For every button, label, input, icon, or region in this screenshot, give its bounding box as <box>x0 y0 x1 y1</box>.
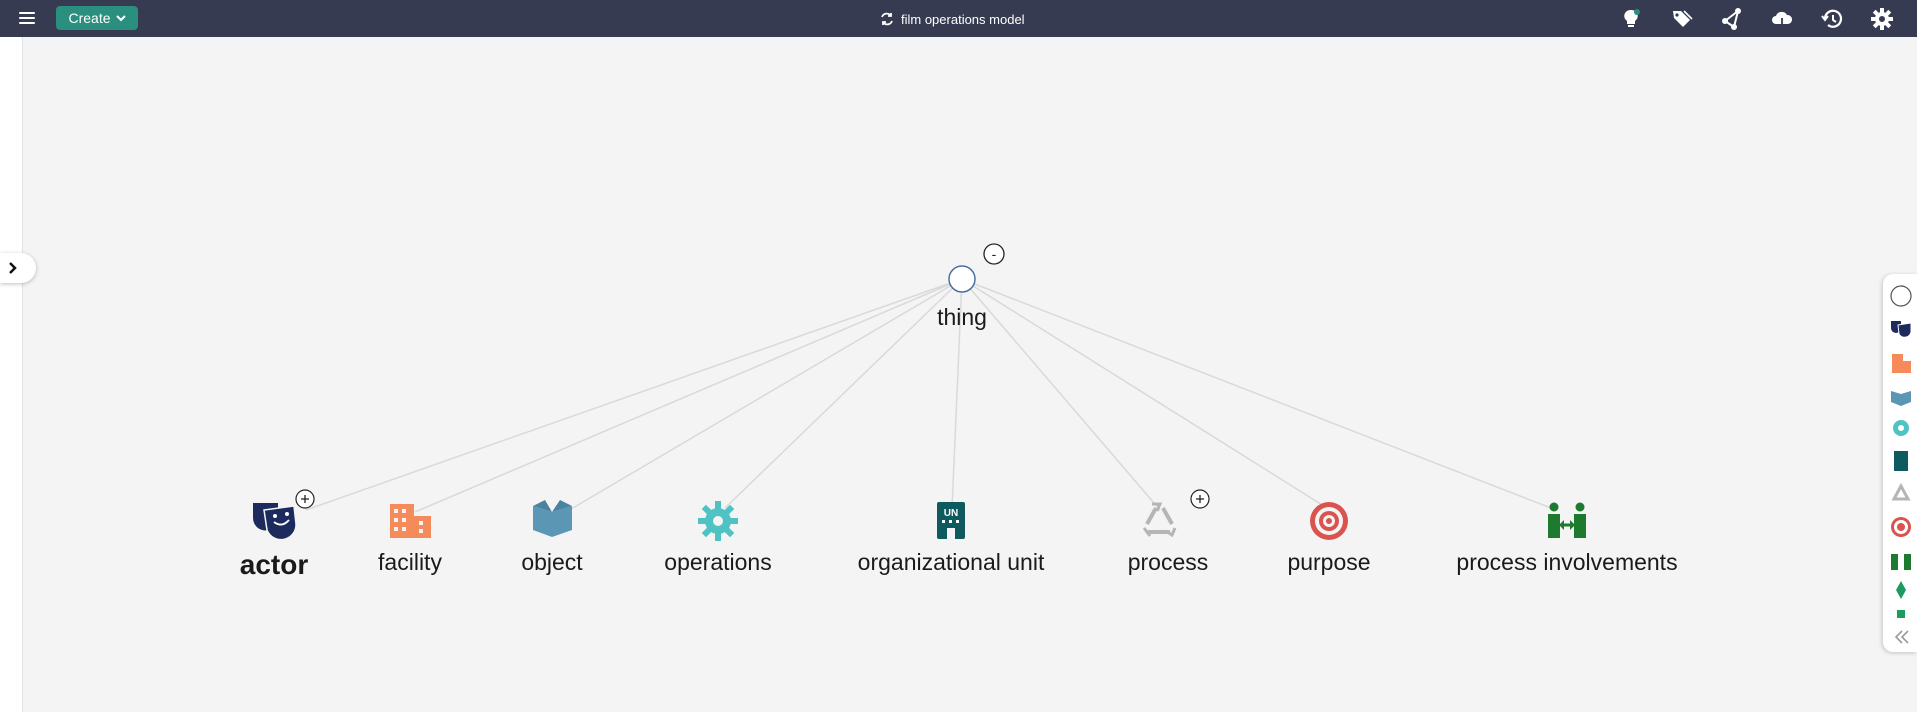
open-box-icon[interactable] <box>1889 384 1913 408</box>
building-icon <box>390 504 431 538</box>
node-organizational-unit[interactable]: UN organizational unit <box>858 502 1045 575</box>
node-purpose[interactable]: purpose <box>1287 502 1371 575</box>
circle-icon <box>948 265 976 293</box>
cog-icon[interactable] <box>1889 416 1913 440</box>
node-object[interactable]: object <box>521 500 583 575</box>
edge-actor <box>305 278 963 511</box>
node-thing[interactable]: thing <box>937 265 987 330</box>
node-facility[interactable]: facility <box>378 504 442 575</box>
collapse-icon[interactable] <box>1889 625 1913 649</box>
theater-masks-icon[interactable] <box>1889 318 1913 342</box>
expand-node-button[interactable] <box>1190 489 1210 509</box>
diamond-icon[interactable] <box>1889 578 1913 602</box>
edge-facility <box>414 278 963 513</box>
theater-masks-icon <box>253 503 297 541</box>
un-building-icon[interactable] <box>1889 449 1913 473</box>
model-graph-canvas[interactable]: thing - actor facility object operations… <box>0 0 1917 712</box>
circle-icon[interactable] <box>1889 284 1913 308</box>
target-icon <box>1310 502 1348 540</box>
node-label: process <box>1128 549 1209 575</box>
node-label: thing <box>937 304 987 330</box>
node-label: operations <box>664 549 771 575</box>
node-label: object <box>521 549 583 575</box>
target-icon[interactable] <box>1889 515 1913 539</box>
recycle-icon[interactable] <box>1889 482 1913 506</box>
people-arrows-icon <box>1548 502 1586 538</box>
edge-object <box>565 278 963 513</box>
people-arrows-icon[interactable] <box>1889 548 1913 572</box>
un-building-icon: UN <box>937 502 965 539</box>
open-box-icon <box>533 500 572 537</box>
svg-text:-: - <box>992 246 997 262</box>
expand-node-button[interactable] <box>295 489 315 509</box>
node-process-involvements[interactable]: process involvements <box>1456 502 1678 576</box>
cog-icon <box>698 501 738 541</box>
edge-purpose <box>961 278 1328 509</box>
node-label: actor <box>240 549 309 580</box>
edge-process-involvements <box>961 278 1557 511</box>
recycle-icon <box>1142 502 1177 538</box>
edge-operations <box>724 278 963 509</box>
node-label: organizational unit <box>858 549 1045 575</box>
edge-process <box>961 278 1161 511</box>
svg-text:UN: UN <box>944 508 958 519</box>
building-icon[interactable] <box>1889 351 1913 375</box>
square-icon[interactable] <box>1889 602 1913 626</box>
node-type-palette <box>1883 274 1917 652</box>
node-process[interactable]: process <box>1128 502 1209 575</box>
node-label: process involvements <box>1456 549 1677 575</box>
node-label: facility <box>378 549 442 575</box>
collapse-toggle-button[interactable]: - <box>983 243 1005 265</box>
node-actor[interactable]: actor <box>240 503 309 580</box>
node-operations[interactable]: operations <box>664 501 772 575</box>
graph-edges <box>305 278 1557 513</box>
node-label: purpose <box>1287 549 1370 575</box>
